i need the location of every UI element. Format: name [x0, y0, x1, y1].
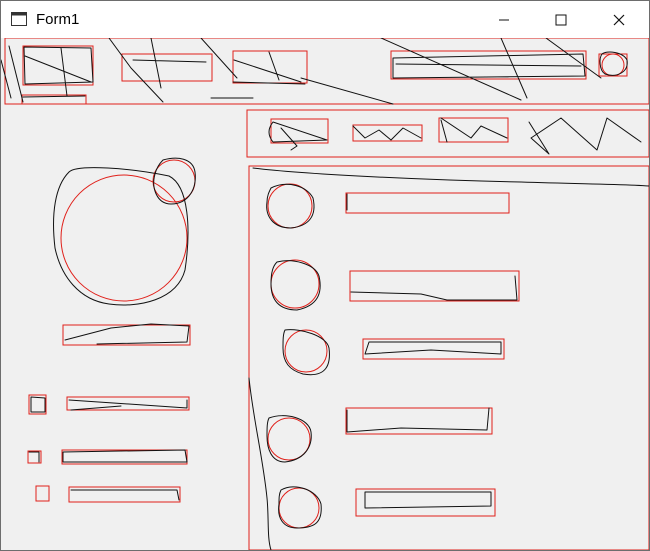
- sketch-list-divider: [252, 167, 649, 187]
- sketch-header-logo-caption: [22, 95, 86, 98]
- drawing-canvas[interactable]: [1, 38, 649, 550]
- tab-3: [438, 117, 509, 143]
- window-title: Form1: [36, 11, 80, 28]
- option-3-label: [68, 486, 181, 503]
- list-item-1-text: [345, 192, 510, 214]
- minimize-icon: [499, 19, 509, 20]
- list-item-5-avatar: [278, 487, 320, 529]
- list-item-1-avatar: [267, 183, 313, 229]
- list-item-3-avatar: [284, 329, 328, 373]
- sketch-header-nav-2: [200, 38, 306, 99]
- maximize-icon: [555, 14, 567, 25]
- maximize-button[interactable]: [538, 1, 584, 38]
- app-window: Form1: [0, 0, 650, 551]
- sketch-list-avatar-3: [282, 329, 330, 376]
- list-item-2-text: [349, 270, 520, 302]
- list-item-5-text: [355, 488, 496, 517]
- sketch-list-text-4: [346, 407, 490, 433]
- option-3-checkbox: [35, 485, 50, 502]
- header-frame: [4, 38, 649, 105]
- minimize-button[interactable]: [481, 1, 527, 38]
- sketch-tab-1: [268, 121, 328, 151]
- sketch-tab-3: [440, 117, 508, 143]
- window-icon: [11, 12, 27, 26]
- sketch-tab-strip-tail: [528, 117, 642, 155]
- sketch-option-2: [28, 449, 188, 463]
- sketch-list-text-5: [364, 491, 492, 509]
- sketch-header-search: [300, 38, 602, 105]
- sketch-option-3: [70, 489, 180, 501]
- sketch-list-text-2: [350, 275, 518, 301]
- sketch-profile-avatar: [53, 167, 189, 306]
- sketch-list-avatar-4: [266, 415, 312, 463]
- header-nav-item-1: [121, 53, 213, 82]
- close-icon: [613, 14, 625, 25]
- profile-avatar: [60, 174, 188, 302]
- sketch-header-nav-1: [108, 38, 207, 103]
- close-button[interactable]: [596, 1, 642, 38]
- sketch-header-logo-cross: [1, 45, 92, 103]
- sketch-profile-name: [64, 323, 190, 345]
- sketch-list-rail: [248, 377, 272, 550]
- header-avatar: [601, 53, 625, 77]
- sketch-list-text-3: [364, 341, 502, 355]
- sketch-tab-2: [352, 125, 422, 141]
- title-bar[interactable]: Form1: [1, 1, 649, 38]
- sketch-list-avatar-2: [270, 260, 321, 311]
- sketch-surface: [1, 38, 649, 550]
